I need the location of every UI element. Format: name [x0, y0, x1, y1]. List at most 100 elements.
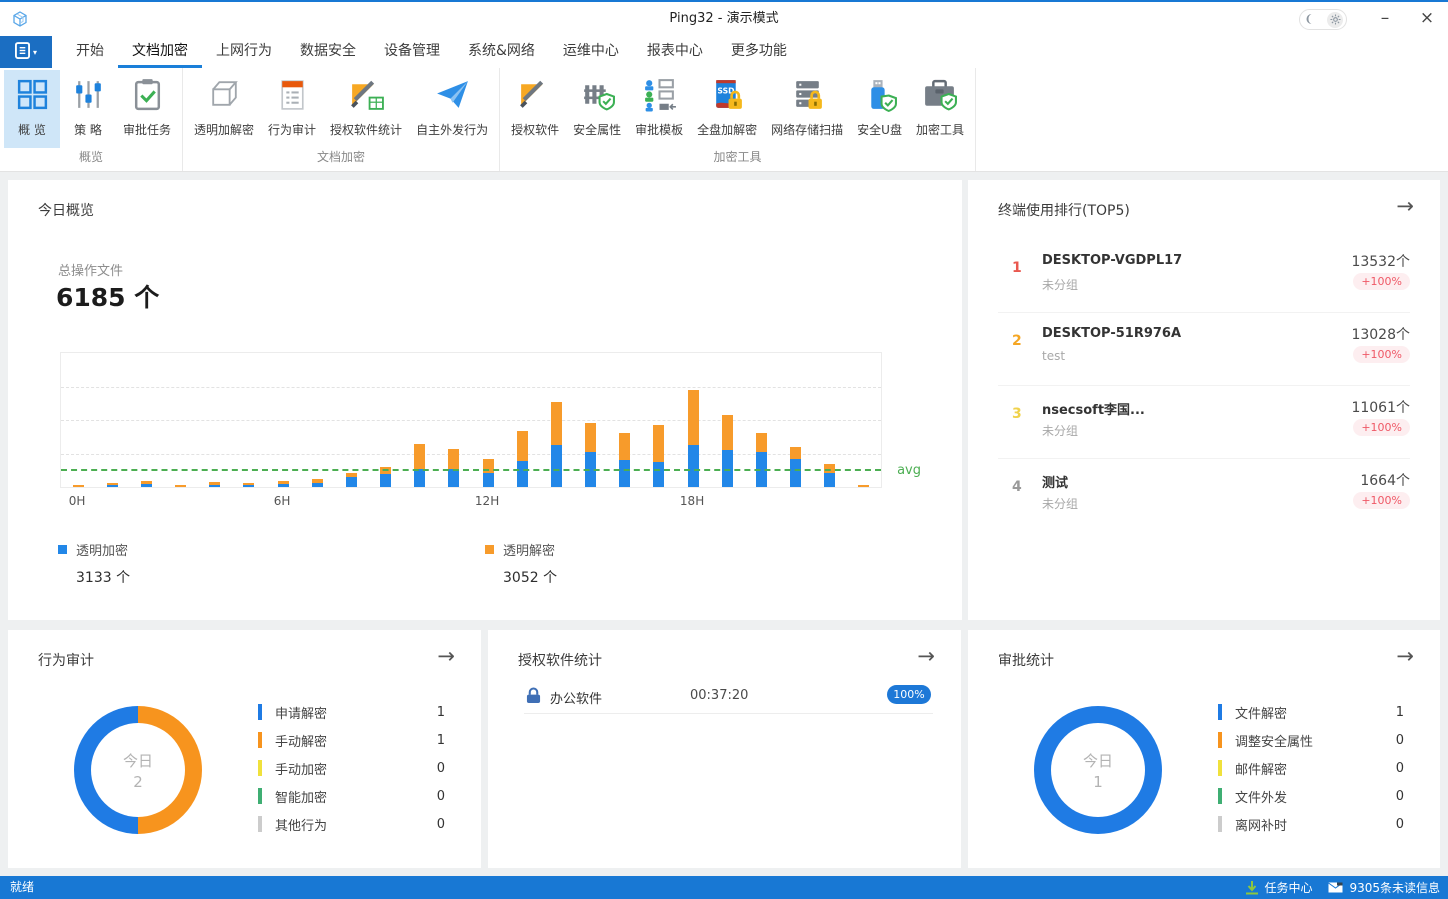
menu-bar: ▾ 开始文档加密上网行为数据安全设备管理系统&网络运维中心报表中心更多功能 [0, 36, 1448, 68]
tab-更多功能[interactable]: 更多功能 [717, 36, 801, 68]
status-ready-text: 就绪 [10, 876, 34, 899]
terminal-group: 未分组 [1042, 276, 1078, 293]
file-count: 13028个 [1351, 324, 1410, 344]
server-lock-icon [789, 76, 826, 117]
ribbon-item-label: 策 略 [74, 121, 102, 138]
legend-label: 申请解密 [275, 703, 437, 722]
legend-item-手动解密: 手动解密1 [258, 726, 445, 754]
bar-segment-透明解密 [209, 482, 220, 485]
legend-value: 1 [437, 705, 445, 720]
top5-row-1[interactable]: 1DESKTOP-VGDPL17未分组13532个+100% [998, 240, 1410, 313]
legend-label: 调整安全属性 [1235, 731, 1396, 750]
bar-segment-透明加密 [346, 477, 357, 487]
tab-数据安全[interactable]: 数据安全 [286, 36, 370, 68]
envelope-icon [1328, 882, 1343, 893]
ribbon-item-label: 自主外发行为 [416, 121, 488, 138]
theme-toggle[interactable] [1299, 9, 1347, 30]
terminal-name: 测试 [1042, 472, 1068, 491]
software-more-arrow[interactable] [917, 644, 935, 668]
bar-12H [483, 459, 494, 487]
bar-segment-透明解密 [653, 425, 664, 462]
top5-row-4[interactable]: 4测试未分组1664个+100% [998, 459, 1410, 532]
bar-16H [619, 433, 630, 487]
bar-23H [858, 485, 869, 487]
ribbon-item-授权软件[interactable]: 授权软件 [504, 70, 566, 148]
top5-row-2[interactable]: 2DESKTOP-51R976Atest13028个+100% [998, 313, 1410, 386]
bar-segment-透明解密 [551, 402, 562, 445]
light-mode-sun-icon[interactable] [1327, 12, 1343, 28]
tab-报表中心[interactable]: 报表中心 [633, 36, 717, 68]
app-menu-button[interactable]: ▾ [0, 36, 52, 68]
legend-item-邮件解密: 邮件解密0 [1218, 754, 1404, 782]
bar-17H [653, 425, 664, 487]
ribbon-item-label: 概 览 [18, 121, 46, 138]
ribbon-group-items: 授权软件安全属性审批模板SSD全盘加解密网络存储扫描安全U盘加密工具 [500, 68, 975, 148]
ribbon-item-授权软件统计[interactable]: 授权软件统计 [323, 70, 409, 148]
ribbon-item-审批模板[interactable]: 审批模板 [628, 70, 690, 148]
behavior-legend: 申请解密1手动解密1手动加密0智能加密0其他行为0 [258, 698, 445, 838]
ribbon-item-label: 网络存储扫描 [771, 121, 843, 138]
tab-运维中心[interactable]: 运维中心 [549, 36, 633, 68]
bar-segment-透明解密 [346, 473, 357, 477]
ribbon-item-透明加解密[interactable]: 透明加解密 [187, 70, 261, 148]
legend-label: 手动加密 [275, 759, 437, 778]
ribbon-item-安全属性[interactable]: 安全属性 [566, 70, 628, 148]
terminal-group: test [1042, 349, 1065, 363]
donut-center-label: 今日 [1083, 750, 1113, 771]
bar-1H [107, 483, 118, 487]
ribbon-item-全盘加解密[interactable]: SSD全盘加解密 [690, 70, 764, 148]
legend-label: 智能加密 [275, 787, 437, 806]
bar-22H [824, 464, 835, 487]
tab-开始[interactable]: 开始 [62, 36, 118, 68]
tab-上网行为[interactable]: 上网行为 [202, 36, 286, 68]
ribbon-item-策略[interactable]: 策 略 [60, 70, 116, 148]
legend-item-离网补时: 离网补时0 [1218, 810, 1404, 838]
behavior-more-arrow[interactable] [437, 644, 455, 668]
ribbon-item-自主外发行为[interactable]: 自主外发行为 [409, 70, 495, 148]
behavior-audit-card: 行为审计 今日2 申请解密1手动解密1手动加密0智能加密0其他行为0 [8, 630, 481, 868]
ribbon-group-label: 文档加密 [183, 148, 499, 170]
bar-segment-透明解密 [858, 485, 869, 487]
bar-segment-透明解密 [107, 483, 118, 485]
close-button[interactable]: × [1410, 2, 1444, 36]
delta-badge: +100% [1353, 273, 1410, 290]
tab-设备管理[interactable]: 设备管理 [370, 36, 454, 68]
ribbon-item-加密工具[interactable]: 加密工具 [909, 70, 971, 148]
software-row-办公软件[interactable]: 办公软件00:37:20100% [524, 680, 933, 714]
legend-row: 透明解密 [485, 540, 557, 559]
bar-segment-透明加密 [517, 461, 528, 487]
tab-系统&网络[interactable]: 系统&网络 [454, 36, 549, 68]
rank-number: 4 [1012, 479, 1022, 495]
sliders-icon [70, 76, 107, 117]
legend-color-bar [1218, 816, 1222, 832]
dark-mode-moon-icon[interactable] [1303, 10, 1315, 29]
approval-more-arrow[interactable] [1396, 644, 1414, 668]
ribbon-item-网络存储扫描[interactable]: 网络存储扫描 [764, 70, 850, 148]
minimize-button[interactable]: – [1368, 2, 1402, 36]
approval-legend: 文件解密1调整安全属性0邮件解密0文件外发0离网补时0 [1218, 698, 1404, 838]
legend-color-bar [258, 732, 262, 748]
card-title: 授权软件统计 [518, 650, 602, 670]
rank-number: 3 [1012, 406, 1022, 422]
legend-label: 邮件解密 [1235, 759, 1396, 778]
ribbon-item-安全U盘[interactable]: 安全U盘 [850, 70, 909, 148]
unread-messages-button[interactable]: 9305条未读信息 [1328, 879, 1440, 896]
top5-more-arrow[interactable] [1396, 194, 1414, 218]
x-tick-18H: 18H [672, 494, 712, 508]
legend-row: 透明加密 [58, 540, 130, 559]
legend-label: 手动解密 [275, 731, 437, 750]
legend-item-调整安全属性: 调整安全属性0 [1218, 726, 1404, 754]
top5-row-3[interactable]: 3nsecsoft李国...未分组11061个+100% [998, 386, 1410, 459]
tab-文档加密[interactable]: 文档加密 [118, 36, 202, 68]
bar-segment-透明加密 [243, 485, 254, 487]
bar-segment-透明解密 [243, 483, 254, 485]
ribbon-item-审批任务[interactable]: 审批任务 [116, 70, 178, 148]
terminal-name: DESKTOP-VGDPL17 [1042, 253, 1182, 268]
ribbon-item-概览[interactable]: 概 览 [4, 70, 60, 148]
download-icon [1246, 881, 1258, 895]
task-center-button[interactable]: 任务中心 [1246, 879, 1312, 896]
donut-center-label: 今日 [123, 750, 153, 771]
ribbon-item-行为审计[interactable]: 行为审计 [261, 70, 323, 148]
ribbon-toolbar: 概 览策 略审批任务概览透明加解密行为审计授权软件统计自主外发行为文档加密授权软… [0, 68, 1448, 172]
legend-item-手动加密: 手动加密0 [258, 754, 445, 782]
